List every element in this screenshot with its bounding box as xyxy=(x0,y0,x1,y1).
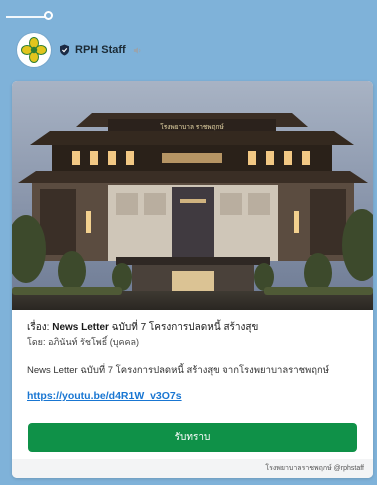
subject-bold: News Letter xyxy=(52,322,109,333)
footer-text: โรงพยาบาลราชพฤกษ์ @rphstaff xyxy=(265,465,364,472)
timeline-dot xyxy=(44,11,53,20)
message-description: News Letter ฉบับที่ 7 โครงการปลดหนี้ สร้… xyxy=(27,365,330,376)
card-footer: โรงพยาบาลราชพฤกษ์ @rphstaff xyxy=(12,459,373,478)
avatar[interactable] xyxy=(17,33,51,67)
message-card: โรงพยาบาล ราชพฤกษ์ เรื่อง: News Letter ฉ… xyxy=(12,81,373,478)
message-content: เรื่อง: News Letter ฉบับที่ 7 โครงการปลด… xyxy=(27,321,362,402)
sender: RPH Staff xyxy=(59,44,142,56)
shield-icon xyxy=(60,44,69,56)
subject-prefix: เรื่อง: xyxy=(27,322,53,333)
youtube-link[interactable]: https://youtu.be/d4R1W_v3O7s xyxy=(27,390,362,402)
subject-rest: ฉบับที่ 7 โครงการปลดหนี้ สร้างสุข xyxy=(108,322,259,333)
building-sign: โรงพยาบาล ราชพฤกษ์ xyxy=(160,123,224,131)
message-author: โดย: อภินันท์ รัชโพธิ์ (บุคคล) xyxy=(27,337,139,347)
hospital-logo-icon xyxy=(21,37,47,63)
sender-name[interactable]: RPH Staff xyxy=(75,44,126,56)
message-header: RPH Staff xyxy=(17,33,142,67)
timeline-line xyxy=(6,16,46,18)
message-subject: เรื่อง: News Letter ฉบับที่ 7 โครงการปลด… xyxy=(27,321,362,335)
hero-image[interactable]: โรงพยาบาล ราชพฤกษ์ xyxy=(12,81,373,310)
acknowledge-button[interactable]: รับทราบ xyxy=(28,423,357,452)
speaker-icon xyxy=(133,46,141,54)
